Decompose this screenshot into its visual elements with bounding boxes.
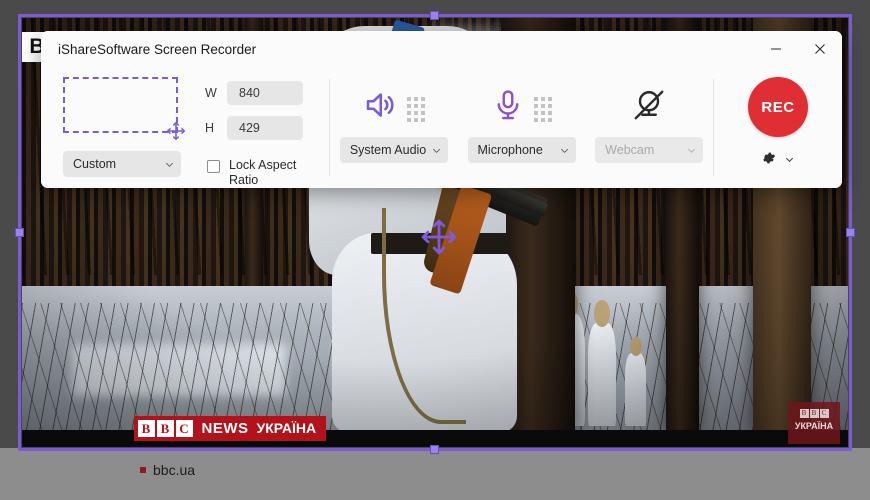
region-preset-label: Custom xyxy=(73,157,117,171)
lock-aspect-ratio-checkbox[interactable] xyxy=(207,160,220,173)
resize-arrows-icon[interactable] xyxy=(165,120,187,142)
system-audio-control: System Audio xyxy=(330,79,458,163)
window-controls xyxy=(754,31,842,67)
settings-chevron-down-icon[interactable] xyxy=(784,152,795,170)
chevron-down-icon xyxy=(432,148,440,153)
window-title: iShareSoftware Screen Recorder xyxy=(58,41,257,57)
settings-control[interactable] xyxy=(761,150,795,171)
audio-level-meter xyxy=(407,96,426,122)
chevron-down-icon xyxy=(688,148,696,153)
minimize-button[interactable] xyxy=(754,31,798,67)
banner-text: NEWS xyxy=(201,419,249,437)
mic-level-meter xyxy=(534,96,552,122)
bullet-icon xyxy=(140,467,146,473)
screen-recorder-window[interactable]: iShareSoftware Screen Recorder Custom W … xyxy=(41,31,842,188)
screen: B B B C NEWS УКРАЇНА B B C УКРАЇНА bbc.u… xyxy=(0,0,870,500)
microphone-icon[interactable] xyxy=(491,88,525,127)
close-icon xyxy=(815,44,825,54)
bbc-watermark: B B C УКРАЇНА xyxy=(788,402,840,444)
speaker-icon[interactable] xyxy=(362,87,398,128)
lock-aspect-ratio-label: Lock Aspect Ratio xyxy=(229,158,297,187)
chevron-down-icon xyxy=(165,162,174,167)
close-button[interactable] xyxy=(798,31,842,67)
page-lower-strip xyxy=(0,448,870,500)
microphone-label: Microphone xyxy=(477,143,543,157)
watermark-letter: B xyxy=(799,409,809,418)
window-titlebar[interactable]: iShareSoftware Screen Recorder xyxy=(41,31,842,67)
gear-icon[interactable] xyxy=(761,150,777,171)
record-panel: REC xyxy=(714,67,842,188)
page-url-text: bbc.ua xyxy=(153,462,196,478)
bbc-logo-letter: B xyxy=(137,419,155,437)
lock-aspect-ratio-row[interactable]: Lock Aspect Ratio xyxy=(207,158,303,188)
bbc-logo-letter: C xyxy=(175,419,193,437)
minimize-icon xyxy=(771,48,781,50)
system-audio-label: System Audio xyxy=(349,143,427,157)
bbc-logo-letter: B xyxy=(156,419,174,437)
window-body: Custom W 840 H 429 Lock Aspect Ratio Sys… xyxy=(41,67,842,188)
microphone-dropdown[interactable]: Microphone xyxy=(467,137,576,163)
watermark-letter: C xyxy=(819,409,829,418)
banner-subtext: УКРАЇНА xyxy=(256,420,317,437)
page-url-label: bbc.ua xyxy=(140,462,195,478)
move-arrows-icon[interactable] xyxy=(420,218,458,256)
watermark-letter: B xyxy=(809,409,819,418)
device-panel: System Audio Microphone Webcam xyxy=(330,67,713,188)
record-button[interactable]: REC xyxy=(748,77,808,137)
height-field-row: H 429 xyxy=(205,116,303,140)
system-audio-dropdown[interactable]: System Audio xyxy=(339,137,448,163)
height-label: H xyxy=(205,121,215,135)
width-label: W xyxy=(205,86,217,100)
bbc-logo: B B C xyxy=(137,419,193,437)
watermark-text: УКРАЇНА xyxy=(794,421,834,431)
webcam-dropdown[interactable]: Webcam xyxy=(595,137,704,163)
capture-size-panel: Custom W 840 H 429 Lock Aspect Ratio xyxy=(41,67,329,188)
region-preset-dropdown[interactable]: Custom xyxy=(63,151,181,177)
microphone-control: Microphone xyxy=(458,79,586,163)
height-input[interactable]: 429 xyxy=(227,116,303,140)
webcam-label: Webcam xyxy=(605,143,655,157)
webcam-control: Webcam xyxy=(585,79,713,163)
width-input[interactable]: 840 xyxy=(227,81,303,105)
width-field-row: W 840 xyxy=(205,81,303,105)
region-preview-box[interactable] xyxy=(63,77,186,141)
webcam-off-icon[interactable] xyxy=(631,87,667,128)
bbc-news-banner: B B C NEWS УКРАЇНА xyxy=(133,415,327,441)
chevron-down-icon xyxy=(560,148,568,153)
